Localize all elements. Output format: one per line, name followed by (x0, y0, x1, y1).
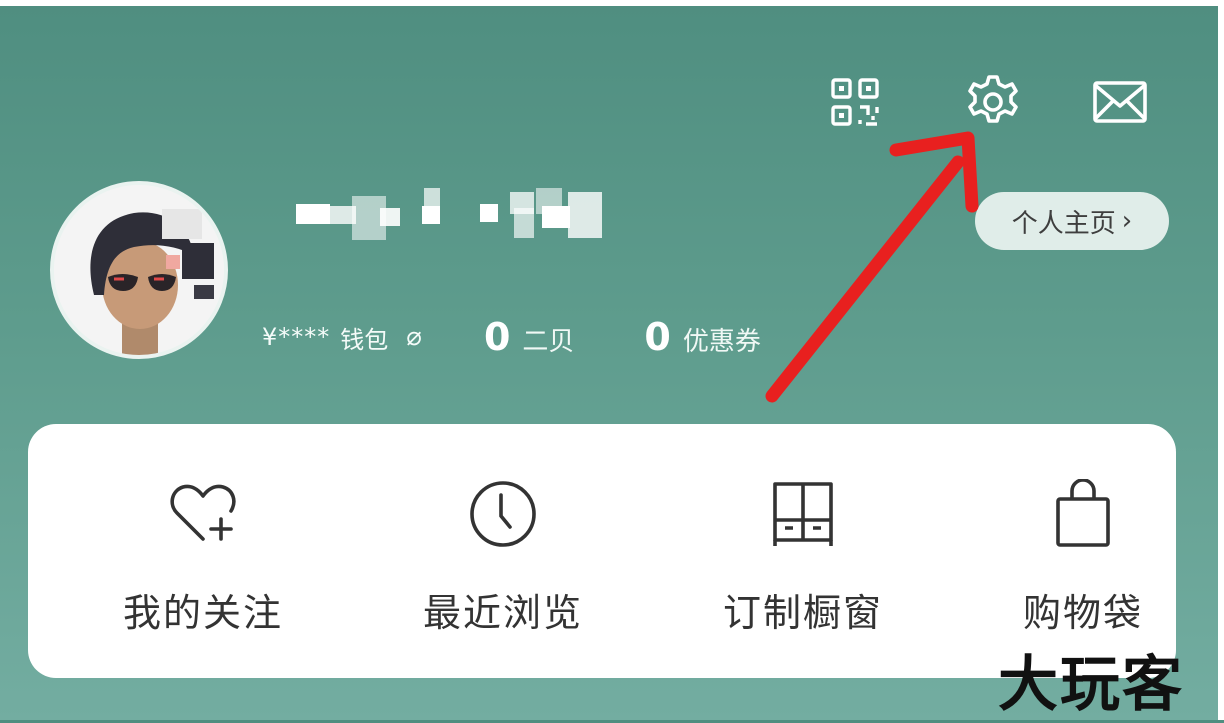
wallet-stat[interactable]: ¥**** 钱包 ⌀ (262, 320, 422, 355)
coupons-label: 优惠券 (682, 327, 761, 357)
watermark-text: 大玩客 (998, 650, 1184, 720)
menu-item-label: 我的关注 (122, 591, 283, 635)
avatar[interactable] (50, 181, 228, 359)
clock-icon (463, 474, 543, 554)
hide-balance-icon[interactable]: ⌀ (406, 322, 422, 352)
coupons-count: 0 (644, 315, 671, 359)
cabinet-icon (763, 474, 843, 554)
menu-item-label: 最近浏览 (422, 591, 583, 635)
personal-homepage-button[interactable]: 个人主页 › (975, 192, 1169, 250)
menu-item-shopping-bag[interactable]: 购物袋 (968, 474, 1198, 637)
image-border-top (0, 0, 1224, 6)
menu-item-label: 订制橱窗 (722, 591, 883, 635)
second-count: 0 (483, 315, 511, 359)
heart-plus-icon (163, 474, 243, 554)
coupons-stat[interactable]: 0 优惠券 (644, 315, 760, 359)
second-label: 二贝 (522, 327, 575, 357)
chevron-right-icon: › (1121, 206, 1133, 236)
menu-item-recent[interactable]: 最近浏览 (388, 474, 618, 637)
username-pixelated (296, 188, 606, 244)
menu-item-label: 购物袋 (1022, 591, 1143, 635)
account-stats: ¥**** 钱包 ⌀ 0 二贝 0 优惠券 (262, 312, 761, 362)
second-stat[interactable]: 0 二贝 (484, 315, 574, 359)
menu-item-following[interactable]: 我的关注 (88, 474, 318, 637)
qr-code-icon[interactable] (825, 72, 885, 132)
wallet-amount: ¥**** (262, 323, 331, 351)
wallet-label: 钱包 (340, 325, 389, 354)
shopping-bag-icon (1043, 474, 1123, 554)
settings-gear-icon[interactable] (963, 72, 1023, 132)
menu-item-showcase[interactable]: 订制橱窗 (688, 474, 918, 637)
image-border-right (1218, 0, 1224, 720)
header-actions (820, 72, 1160, 132)
personal-homepage-label: 个人主页 (1011, 208, 1116, 239)
mail-icon[interactable] (1090, 72, 1150, 132)
